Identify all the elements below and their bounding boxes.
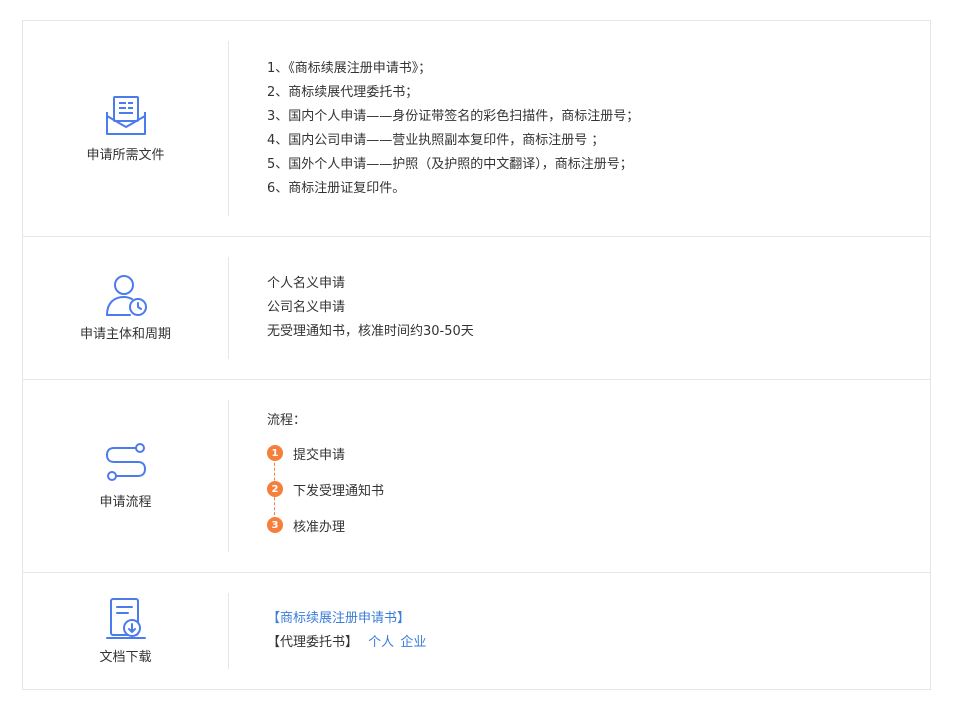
section-content: 流程： 1 提交申请 2 下发受理通知书 3 核准办理 — [267, 380, 920, 572]
list-item: 公司名义申请 — [267, 300, 346, 315]
list-item: 4、国内公司申请——营业执照副本复印件，商标注册号 ； — [267, 132, 605, 148]
list-item: 3、国内个人申请——身份证带签名的彩色扫描件，商标注册号； — [267, 108, 640, 124]
download-line: 【商标续展注册申请书】 — [267, 607, 920, 631]
section-label: 申请所需文件 — [86, 147, 165, 163]
download-proxy-label: 【代理委托书】 — [267, 635, 359, 650]
section-downloads: 文档下载 【商标续展注册申请书】 【代理委托书】 个人 企业 — [23, 572, 930, 689]
download-renewal-application-link[interactable]: 【商标续展注册申请书】 — [267, 611, 410, 626]
step-number-badge: 1 — [267, 445, 283, 461]
list-item: 1、《商标续展注册申请书》； — [267, 60, 432, 76]
step-label: 下发受理通知书 — [293, 483, 385, 499]
divider — [228, 257, 229, 359]
step-number-badge: 2 — [267, 481, 283, 497]
section-content: 个人名义申请 公司名义申请 无受理通知书，核准时间约30-50天 — [267, 237, 920, 379]
list-item: 6、商标注册证复印件。 — [267, 180, 406, 196]
list-item: 2、商标续展代理委托书； — [267, 84, 419, 100]
section-label: 文档下载 — [99, 650, 152, 665]
document-download-icon — [105, 598, 146, 639]
download-proxy-company-link[interactable]: 企业 — [400, 635, 426, 650]
section-content: 1、《商标续展注册申请书》； 2、商标续展代理委托书； 3、国内个人申请——身份… — [267, 21, 920, 236]
list-item: 个人名义申请 — [267, 276, 346, 291]
section-label: 申请流程 — [99, 495, 152, 510]
section-header: 申请流程 — [23, 380, 228, 572]
section-process: 申请流程 流程： 1 提交申请 2 下发受理通知书 3 核准办理 — [23, 379, 930, 572]
download-proxy-personal-link[interactable]: 个人 — [368, 635, 394, 650]
download-line: 【代理委托书】 个人 企业 — [267, 631, 920, 655]
section-header: 申请主体和周期 — [23, 237, 228, 379]
step-label: 核准办理 — [293, 519, 346, 535]
divider — [228, 400, 229, 552]
user-clock-icon — [105, 275, 147, 316]
step-number-badge: 3 — [267, 517, 283, 533]
process-step: 1 提交申请 — [267, 435, 920, 471]
process-step: 2 下发受理通知书 — [267, 471, 920, 507]
divider — [228, 593, 229, 669]
document-envelope-icon — [105, 95, 146, 135]
list-item: 5、国外个人申请——护照（及护照的中文翻译），商标注册号； — [267, 156, 633, 172]
step-label: 提交申请 — [293, 447, 346, 463]
process-step: 3 核准办理 — [267, 507, 920, 543]
section-header: 申请所需文件 — [23, 21, 228, 236]
section-applicant-period: 申请主体和周期 个人名义申请 公司名义申请 无受理通知书，核准时间约30-50天 — [23, 236, 930, 379]
process-steps: 1 提交申请 2 下发受理通知书 3 核准办理 — [267, 435, 920, 543]
process-intro: 流程： — [267, 413, 307, 428]
section-required-documents: 申请所需文件 1、《商标续展注册申请书》； 2、商标续展代理委托书； 3、国内个… — [23, 21, 930, 236]
section-label: 申请主体和周期 — [79, 327, 171, 342]
info-panel: 申请所需文件 1、《商标续展注册申请书》； 2、商标续展代理委托书； 3、国内个… — [22, 20, 931, 690]
flow-icon — [105, 443, 146, 481]
section-header: 文档下载 — [23, 573, 228, 689]
divider — [228, 41, 229, 216]
section-content: 【商标续展注册申请书】 【代理委托书】 个人 企业 — [267, 573, 920, 689]
list-item: 无受理通知书，核准时间约30-50天 — [267, 324, 474, 339]
